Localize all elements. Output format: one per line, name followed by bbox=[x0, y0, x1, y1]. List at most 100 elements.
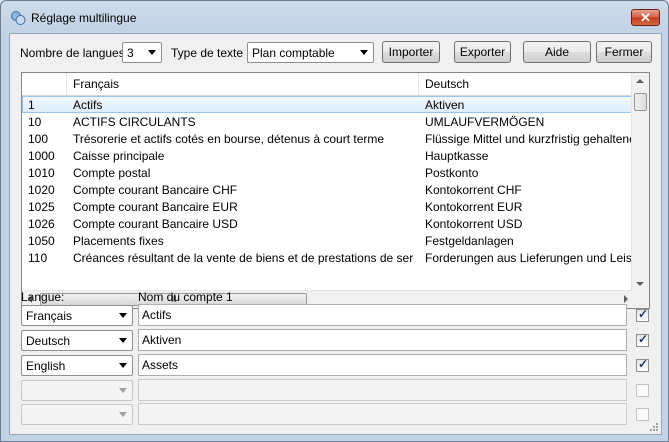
window-close-button[interactable]: ✕ bbox=[631, 9, 660, 26]
translation-checkbox-2[interactable]: ✓ bbox=[636, 332, 649, 347]
row-code[interactable]: 100 bbox=[28, 132, 68, 146]
language-count-value: 3 bbox=[127, 46, 134, 60]
title-bar: Réglage multilingue ✕ bbox=[1, 1, 668, 33]
translation-checkbox-3[interactable]: ✓ bbox=[636, 357, 649, 372]
row-code[interactable]: 1025 bbox=[28, 200, 68, 214]
language-column-label: Langue: bbox=[21, 290, 65, 304]
row-french[interactable]: Caisse principale bbox=[73, 149, 413, 163]
row-french[interactable]: Compte courant Bancaire USD bbox=[73, 217, 413, 231]
language-select-1[interactable]: Français bbox=[21, 305, 133, 326]
language-select-value: Deutsch bbox=[26, 334, 71, 348]
language-select-3[interactable]: English bbox=[21, 355, 133, 376]
vertical-scrollbar[interactable] bbox=[631, 73, 649, 292]
window-title: Réglage multilingue bbox=[31, 11, 137, 25]
close-button[interactable]: Fermer bbox=[596, 41, 652, 63]
table-row[interactable]: 1000 Caisse principale Hauptkasse bbox=[22, 147, 634, 164]
scroll-down-icon[interactable] bbox=[636, 282, 644, 286]
row-french[interactable]: Placements fixes bbox=[73, 234, 413, 248]
account-name-input-3[interactable]: Assets bbox=[138, 354, 627, 376]
row-german[interactable]: Kontokorrent EUR bbox=[425, 200, 635, 214]
row-french[interactable]: ACTIFS CIRCULANTS bbox=[73, 115, 413, 129]
row-code[interactable]: 1026 bbox=[28, 217, 68, 231]
translation-checkbox-5 bbox=[636, 408, 649, 421]
row-french[interactable]: Compte postal bbox=[73, 166, 413, 180]
account-name-value: Aktiven bbox=[142, 333, 182, 347]
dialog-body: Nombre de langues : 3 Type de texte : Pl… bbox=[9, 33, 662, 435]
check-icon: ✓ bbox=[638, 332, 649, 346]
language-select-value: Français bbox=[26, 309, 73, 323]
row-german[interactable]: Flüssige Mittel und kurzfristig gehalten… bbox=[425, 132, 635, 146]
row-german[interactable]: Forderungen aus Lieferungen und Leistung… bbox=[425, 251, 635, 265]
language-select-2[interactable]: Deutsch bbox=[21, 330, 133, 351]
account-name-input-2[interactable]: Aktiven bbox=[138, 329, 627, 351]
check-icon: ✓ bbox=[638, 357, 649, 371]
table-row[interactable]: 10 ACTIFS CIRCULANTS UMLAUFVERMÖGEN bbox=[22, 113, 634, 130]
row-german[interactable]: Kontokorrent USD bbox=[425, 217, 635, 231]
text-type-value: Plan comptable bbox=[252, 46, 335, 60]
scrollbar-corner bbox=[632, 291, 649, 308]
language-select-value: English bbox=[26, 359, 66, 373]
account-name-value: Assets bbox=[142, 358, 179, 372]
column-header-french[interactable]: Français bbox=[67, 73, 419, 95]
account-name-input-1[interactable]: Actifs bbox=[138, 304, 627, 326]
table-row[interactable]: 1010 Compte postal Postkonto bbox=[22, 164, 634, 181]
row-code[interactable]: 110 bbox=[28, 251, 68, 265]
row-code[interactable]: 1050 bbox=[28, 234, 68, 248]
language-select-4 bbox=[21, 380, 133, 401]
account-name-input-5 bbox=[138, 403, 627, 425]
row-code[interactable]: 1 bbox=[28, 98, 68, 112]
table-row[interactable]: 100 Trésorerie et actifs cotés en bourse,… bbox=[22, 130, 635, 147]
resize-grip-icon[interactable] bbox=[649, 422, 659, 432]
row-french[interactable]: Compte courant Bancaire CHF bbox=[73, 183, 413, 197]
translation-checkbox-1[interactable]: ✓ bbox=[636, 307, 649, 322]
column-header-code[interactable] bbox=[22, 73, 67, 95]
chevron-down-icon bbox=[360, 50, 368, 55]
table-row[interactable]: 1020 Compte courant Bancaire CHF Kontokorr… bbox=[22, 181, 634, 198]
table-row[interactable]: 1026 Compte courant Bancaire USD Kontokorr… bbox=[22, 215, 634, 232]
table-row[interactable]: 110 Créances résultant de la vente de bie… bbox=[22, 249, 635, 266]
chevron-down-icon bbox=[148, 50, 156, 55]
row-code[interactable]: 1020 bbox=[28, 183, 68, 197]
chevron-down-icon bbox=[119, 313, 127, 318]
table-row[interactable]: 1025 Compte courant Bancaire EUR Kontokorr… bbox=[22, 198, 634, 215]
text-type-label: Type de texte : bbox=[171, 46, 250, 60]
chevron-down-icon bbox=[119, 338, 127, 343]
grid-header: Français Deutsch bbox=[22, 73, 634, 96]
row-german[interactable]: Kontokorrent CHF bbox=[425, 183, 635, 197]
import-button[interactable]: Importer bbox=[382, 41, 440, 63]
row-german[interactable]: UMLAUFVERMÖGEN bbox=[425, 115, 635, 129]
translation-checkbox-4 bbox=[636, 384, 649, 397]
row-french[interactable]: Compte courant Bancaire EUR bbox=[73, 200, 413, 214]
scroll-up-icon[interactable] bbox=[636, 79, 644, 83]
language-count-select[interactable]: 3 bbox=[122, 42, 162, 63]
grid-rows: 1 Actifs Aktiven 10 ACTIFS CIRCULANTS UMLAUFV… bbox=[22, 96, 635, 266]
table-row[interactable]: 1 Actifs Aktiven bbox=[22, 96, 634, 113]
row-code[interactable]: 1000 bbox=[28, 149, 68, 163]
table-row[interactable]: 1050 Placements fixes Festgeldanlagen bbox=[22, 232, 634, 249]
text-type-select[interactable]: Plan comptable bbox=[247, 42, 374, 63]
check-icon: ✓ bbox=[638, 307, 649, 321]
language-count-label: Nombre de langues : bbox=[20, 46, 132, 60]
row-code[interactable]: 10 bbox=[28, 115, 68, 129]
column-header-german[interactable]: Deutsch bbox=[419, 73, 634, 95]
row-french[interactable]: Actifs bbox=[73, 98, 413, 112]
row-french[interactable]: Créances résultant de la vente de biens … bbox=[73, 251, 413, 265]
chevron-down-icon bbox=[119, 388, 127, 393]
translation-grid[interactable]: Français Deutsch 1 Actifs Aktiven 10 ACTIFS … bbox=[21, 72, 650, 309]
row-german[interactable]: Hauptkasse bbox=[425, 149, 635, 163]
account-name-label: Nom du compte 1 bbox=[138, 290, 233, 304]
language-select-5 bbox=[21, 404, 133, 425]
row-code[interactable]: 1010 bbox=[28, 166, 68, 180]
row-german[interactable]: Aktiven bbox=[425, 98, 635, 112]
chevron-down-icon bbox=[119, 412, 127, 417]
window: Réglage multilingue ✕ Nombre de langues … bbox=[0, 0, 669, 442]
account-name-value: Actifs bbox=[142, 308, 172, 322]
row-german[interactable]: Postkonto bbox=[425, 166, 635, 180]
scroll-right-icon[interactable] bbox=[624, 295, 628, 303]
chevron-down-icon bbox=[119, 363, 127, 368]
row-german[interactable]: Festgeldanlagen bbox=[425, 234, 635, 248]
help-button[interactable]: Aide bbox=[523, 41, 591, 63]
export-button[interactable]: Exporter bbox=[454, 41, 511, 63]
vertical-scroll-thumb[interactable] bbox=[634, 93, 647, 111]
row-french[interactable]: Trésorerie et actifs cotés en bourse, dé… bbox=[73, 132, 413, 146]
